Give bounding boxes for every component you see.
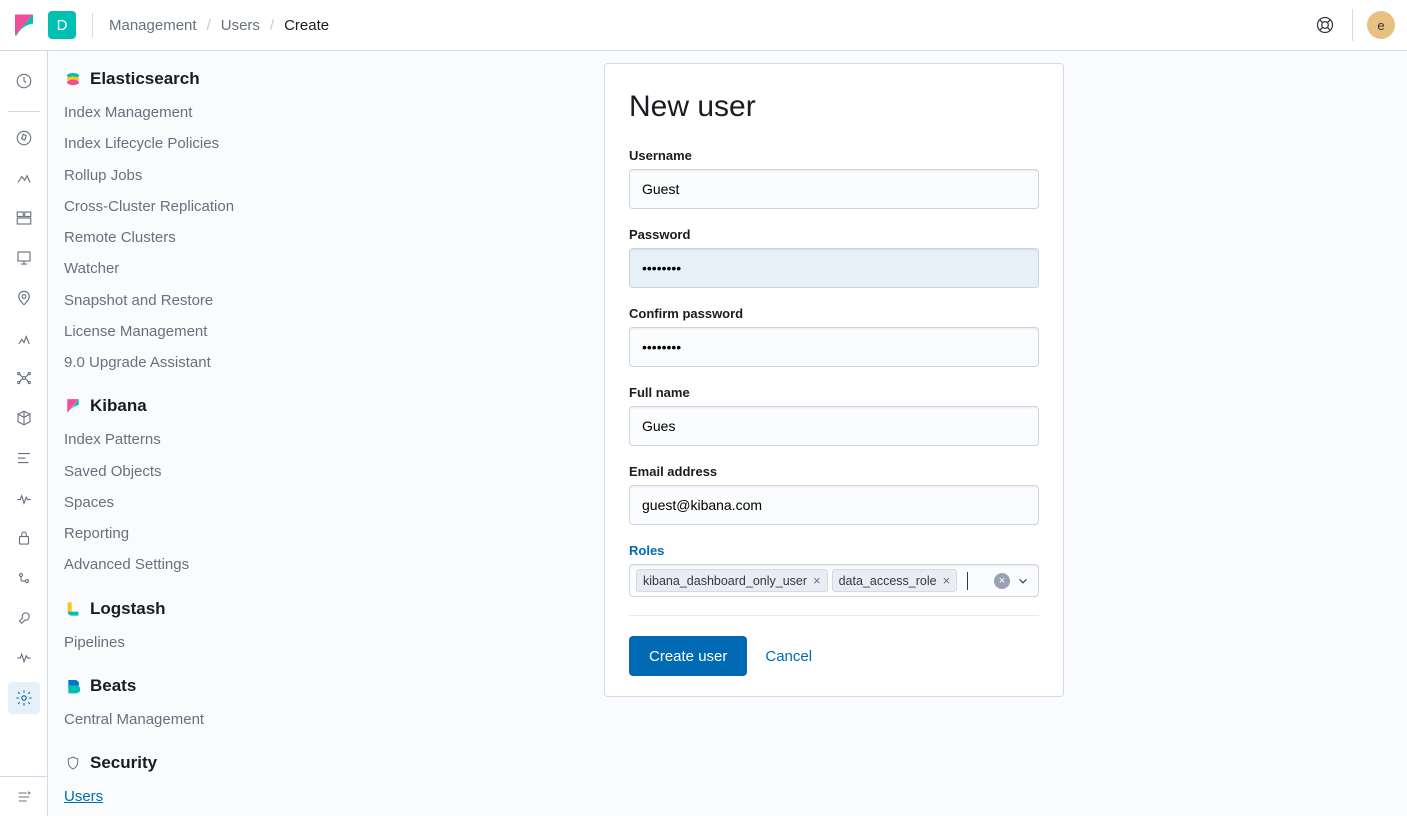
password-input[interactable] bbox=[629, 248, 1039, 288]
nav-link[interactable]: Reporting bbox=[64, 518, 288, 549]
remove-role-icon[interactable]: × bbox=[943, 573, 951, 588]
nav-link-users[interactable]: Users bbox=[64, 781, 288, 812]
space-selector[interactable]: D bbox=[48, 11, 76, 39]
beats-icon bbox=[64, 677, 82, 695]
dashboard-icon[interactable] bbox=[8, 202, 40, 234]
rail-divider bbox=[8, 111, 40, 112]
nav-link[interactable]: Index Patterns bbox=[64, 424, 288, 455]
create-user-button[interactable]: Create user bbox=[629, 636, 747, 676]
header-divider bbox=[92, 13, 93, 37]
visualize-icon[interactable] bbox=[8, 162, 40, 194]
ml-icon[interactable] bbox=[8, 322, 40, 354]
nav-link[interactable]: Pipelines bbox=[64, 627, 288, 658]
password-label: Password bbox=[629, 227, 1039, 242]
stack-icon[interactable] bbox=[8, 602, 40, 634]
devtools-icon[interactable] bbox=[8, 562, 40, 594]
compass-icon[interactable] bbox=[8, 122, 40, 154]
monitoring-icon[interactable] bbox=[8, 642, 40, 674]
management-icon[interactable] bbox=[8, 682, 40, 714]
nav-heading-label: Kibana bbox=[90, 396, 147, 416]
nav-section-security: Security Users Roles bbox=[64, 753, 288, 816]
new-user-panel: New user Username Password Confirm passw… bbox=[604, 63, 1064, 697]
nav-link[interactable]: Index Lifecycle Policies bbox=[64, 128, 288, 159]
nav-heading: Kibana bbox=[64, 396, 288, 416]
fullname-label: Full name bbox=[629, 385, 1039, 400]
combobox-cursor bbox=[967, 572, 968, 590]
email-label: Email address bbox=[629, 464, 1039, 479]
help-icon[interactable] bbox=[1312, 12, 1338, 38]
nav-link-roles[interactable]: Roles bbox=[64, 812, 288, 816]
confirm-password-label: Confirm password bbox=[629, 306, 1039, 321]
nav-link[interactable]: Central Management bbox=[64, 704, 288, 735]
breadcrumb: Management / Users / Create bbox=[109, 17, 329, 34]
recent-icon[interactable] bbox=[8, 65, 40, 97]
nav-link[interactable]: Snapshot and Restore bbox=[64, 285, 288, 316]
collapse-rail-button[interactable] bbox=[0, 776, 47, 816]
breadcrumb-sep: / bbox=[270, 17, 274, 34]
form-divider bbox=[629, 615, 1039, 616]
header-bar: D Management / Users / Create e bbox=[0, 0, 1407, 51]
username-label: Username bbox=[629, 148, 1039, 163]
apm-icon[interactable] bbox=[8, 442, 40, 474]
nav-link[interactable]: Saved Objects bbox=[64, 456, 288, 487]
email-input[interactable] bbox=[629, 485, 1039, 525]
chevron-down-icon[interactable] bbox=[1016, 574, 1030, 588]
nav-link[interactable]: Spaces bbox=[64, 487, 288, 518]
role-pill-label: data_access_role bbox=[839, 574, 937, 588]
nav-heading: Beats bbox=[64, 676, 288, 696]
breadcrumb-sep: / bbox=[207, 17, 211, 34]
username-input[interactable] bbox=[629, 169, 1039, 209]
security-icon bbox=[64, 754, 82, 772]
infra-icon[interactable] bbox=[8, 362, 40, 394]
page-title: New user bbox=[629, 90, 1039, 124]
siem-icon[interactable] bbox=[8, 522, 40, 554]
nav-link[interactable]: 9.0 Upgrade Assistant bbox=[64, 347, 288, 378]
breadcrumb-current: Create bbox=[284, 17, 329, 34]
main-content: New user Username Password Confirm passw… bbox=[298, 51, 1407, 816]
nav-link[interactable]: Rollup Jobs bbox=[64, 160, 288, 191]
nav-link[interactable]: Cross-Cluster Replication bbox=[64, 191, 288, 222]
role-pill-label: kibana_dashboard_only_user bbox=[643, 574, 807, 588]
roles-label: Roles bbox=[629, 543, 1039, 558]
nav-heading: Elasticsearch bbox=[64, 69, 288, 89]
nav-section-logstash: Logstash Pipelines bbox=[64, 599, 288, 658]
kibana-logo-icon bbox=[12, 13, 36, 37]
role-pill: kibana_dashboard_only_user × bbox=[636, 569, 828, 592]
nav-section-beats: Beats Central Management bbox=[64, 676, 288, 735]
kibana-icon bbox=[64, 397, 82, 415]
confirm-password-input[interactable] bbox=[629, 327, 1039, 367]
role-pill: data_access_role × bbox=[832, 569, 958, 592]
nav-heading-label: Elasticsearch bbox=[90, 69, 200, 89]
nav-heading-label: Security bbox=[90, 753, 157, 773]
uptime-icon[interactable] bbox=[8, 482, 40, 514]
nav-link[interactable]: Advanced Settings bbox=[64, 549, 288, 580]
management-sidebar: Elasticsearch Index Management Index Lif… bbox=[48, 51, 298, 816]
canvas-icon[interactable] bbox=[8, 242, 40, 274]
nav-heading: Security bbox=[64, 753, 288, 773]
nav-link[interactable]: Watcher bbox=[64, 253, 288, 284]
breadcrumb-item[interactable]: Management bbox=[109, 17, 197, 34]
fullname-input[interactable] bbox=[629, 406, 1039, 446]
left-rail bbox=[0, 51, 48, 816]
logstash-icon bbox=[64, 600, 82, 618]
nav-heading-label: Logstash bbox=[90, 599, 166, 619]
nav-heading: Logstash bbox=[64, 599, 288, 619]
cancel-button[interactable]: Cancel bbox=[765, 648, 812, 665]
nav-section-kibana: Kibana Index Patterns Saved Objects Spac… bbox=[64, 396, 288, 580]
elasticsearch-icon bbox=[64, 70, 82, 88]
clear-roles-icon[interactable]: × bbox=[994, 573, 1010, 589]
breadcrumb-item[interactable]: Users bbox=[221, 17, 260, 34]
avatar[interactable]: e bbox=[1367, 11, 1395, 39]
roles-combobox[interactable]: kibana_dashboard_only_user × data_access… bbox=[629, 564, 1039, 597]
nav-link[interactable]: License Management bbox=[64, 316, 288, 347]
nav-section-elasticsearch: Elasticsearch Index Management Index Lif… bbox=[64, 69, 288, 378]
header-divider bbox=[1352, 9, 1353, 41]
nav-link[interactable]: Index Management bbox=[64, 97, 288, 128]
logs-icon[interactable] bbox=[8, 402, 40, 434]
maps-icon[interactable] bbox=[8, 282, 40, 314]
nav-heading-label: Beats bbox=[90, 676, 136, 696]
remove-role-icon[interactable]: × bbox=[813, 573, 821, 588]
nav-link[interactable]: Remote Clusters bbox=[64, 222, 288, 253]
